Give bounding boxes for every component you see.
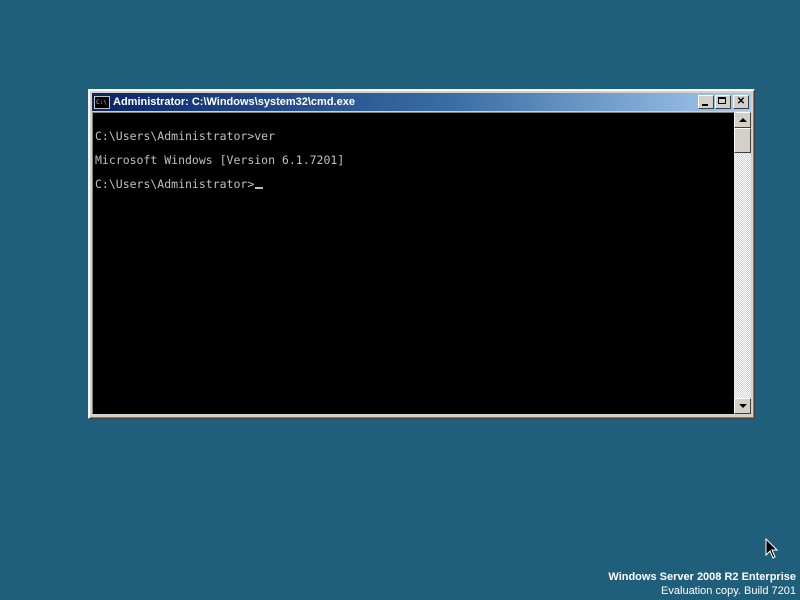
minimize-button[interactable] <box>698 95 714 109</box>
console-output[interactable]: C:\Users\Administrator>ver Microsoft Win… <box>92 112 734 414</box>
window-title: Administrator: C:\Windows\system32\cmd.e… <box>113 96 355 108</box>
scroll-up-button[interactable] <box>734 112 751 128</box>
close-icon: ✕ <box>736 96 746 107</box>
window-controls: ✕ <box>697 95 749 109</box>
cmd-window[interactable]: C:\ Administrator: C:\Windows\system32\c… <box>88 89 755 419</box>
maximize-icon <box>718 97 726 104</box>
console-line: Microsoft Windows [Version 6.1.7201] <box>95 153 345 167</box>
scrollbar-thumb[interactable] <box>734 128 751 153</box>
edition-text: Windows Server 2008 R2 Enterprise <box>608 571 796 583</box>
console-line: C:\Users\Administrator>ver <box>95 129 276 143</box>
vertical-scrollbar[interactable] <box>734 112 751 414</box>
title-bar[interactable]: C:\ Administrator: C:\Windows\system32\c… <box>92 93 751 111</box>
console-prompt: C:\Users\Administrator> <box>95 177 255 191</box>
console-icon[interactable]: C:\ <box>94 95 110 109</box>
up-arrow-icon <box>739 118 747 122</box>
down-arrow-icon <box>739 404 747 408</box>
scroll-down-button[interactable] <box>734 398 751 414</box>
console-prompt-line: C:\Users\Administrator> <box>95 172 734 196</box>
minimize-icon <box>702 104 708 106</box>
mouse-pointer-icon <box>765 538 779 559</box>
maximize-button[interactable] <box>715 95 731 109</box>
evaluation-text: Evaluation copy. Build 7201 <box>661 585 796 597</box>
close-button[interactable]: ✕ <box>733 95 749 109</box>
text-cursor <box>255 187 264 189</box>
edition-watermark: Windows Server 2008 R2 Enterprise Evalua… <box>608 570 796 598</box>
